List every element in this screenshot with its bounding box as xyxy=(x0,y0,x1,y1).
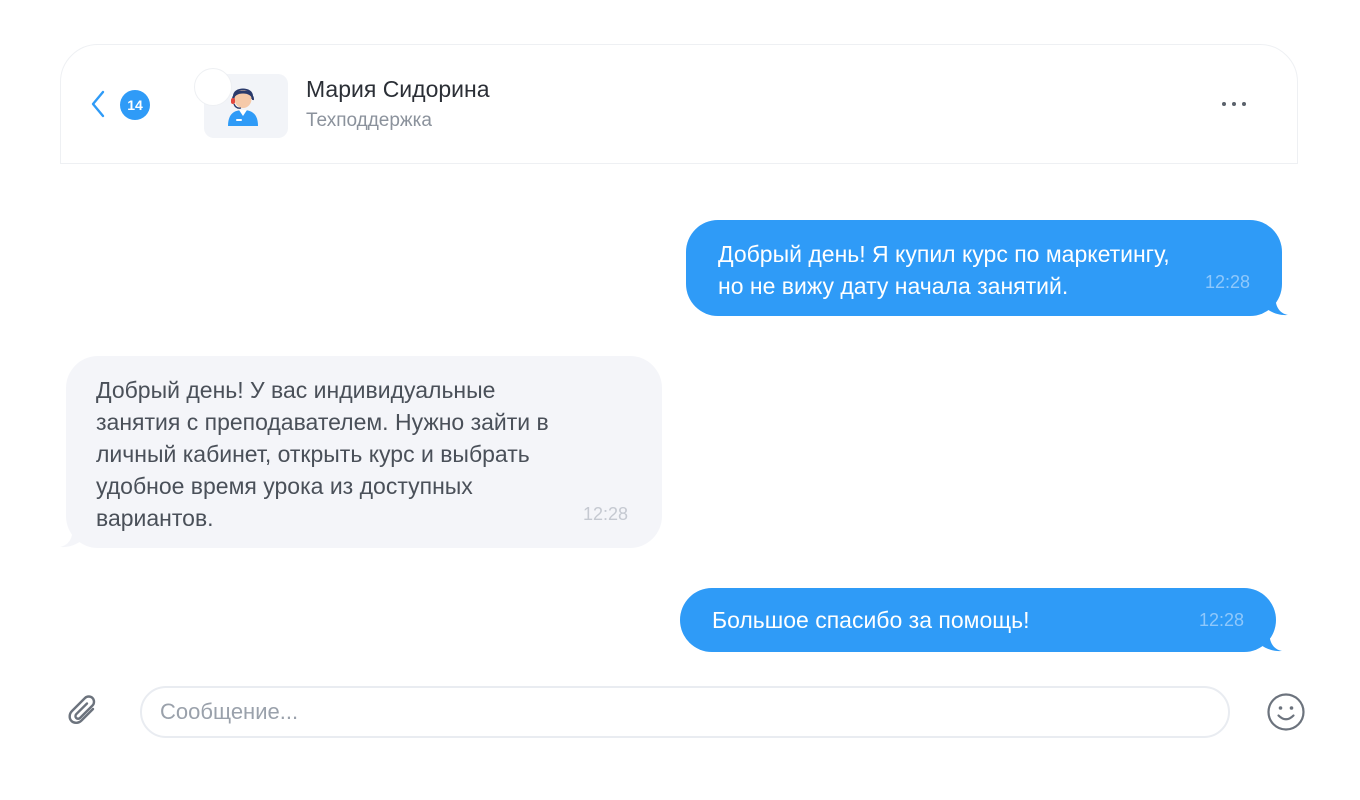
message-time: 12:28 xyxy=(582,504,628,524)
message-outgoing: Большое спасибо за помощь! 12:28 xyxy=(680,588,1276,652)
message-text-line: вариантов. xyxy=(96,505,214,531)
contact-role: Техподдержка xyxy=(306,110,432,131)
message-text-line: Добрый день! Я купил курс по маркетингу, xyxy=(718,241,1170,267)
paperclip-icon xyxy=(68,695,96,725)
contact-name: Мария Сидорина xyxy=(306,76,490,102)
message-incoming: Добрый день! У вас индивидуальные заняти… xyxy=(66,356,662,548)
unread-count-badge: 14 xyxy=(120,90,150,120)
smiley-icon xyxy=(1267,693,1305,731)
emoji-button[interactable] xyxy=(1266,692,1306,732)
message-text-line: удобное время урока из доступных xyxy=(96,473,473,499)
back-button[interactable] xyxy=(86,86,110,122)
message-time: 12:28 xyxy=(1204,272,1250,292)
message-text-line: Добрый день! У вас индивидуальные xyxy=(96,377,496,403)
message-text-line: но не вижу дату начала занятий. xyxy=(718,273,1069,299)
chevron-left-icon xyxy=(91,90,105,118)
more-horizontal-icon xyxy=(1222,102,1226,106)
message-text-line: занятия с преподавателем. Нужно зайти в xyxy=(96,409,549,435)
message-text-line: личный кабинет, открыть курс и выбрать xyxy=(96,441,530,467)
more-options-button[interactable] xyxy=(1214,90,1254,118)
message-outgoing: Добрый день! Я купил курс по маркетингу,… xyxy=(686,220,1282,316)
support-agent-icon xyxy=(228,88,258,126)
attach-button[interactable] xyxy=(64,692,104,732)
message-text-line: Большое спасибо за помощь! xyxy=(712,607,1030,633)
message-input[interactable] xyxy=(140,686,1230,738)
message-time: 12:28 xyxy=(1198,610,1244,630)
